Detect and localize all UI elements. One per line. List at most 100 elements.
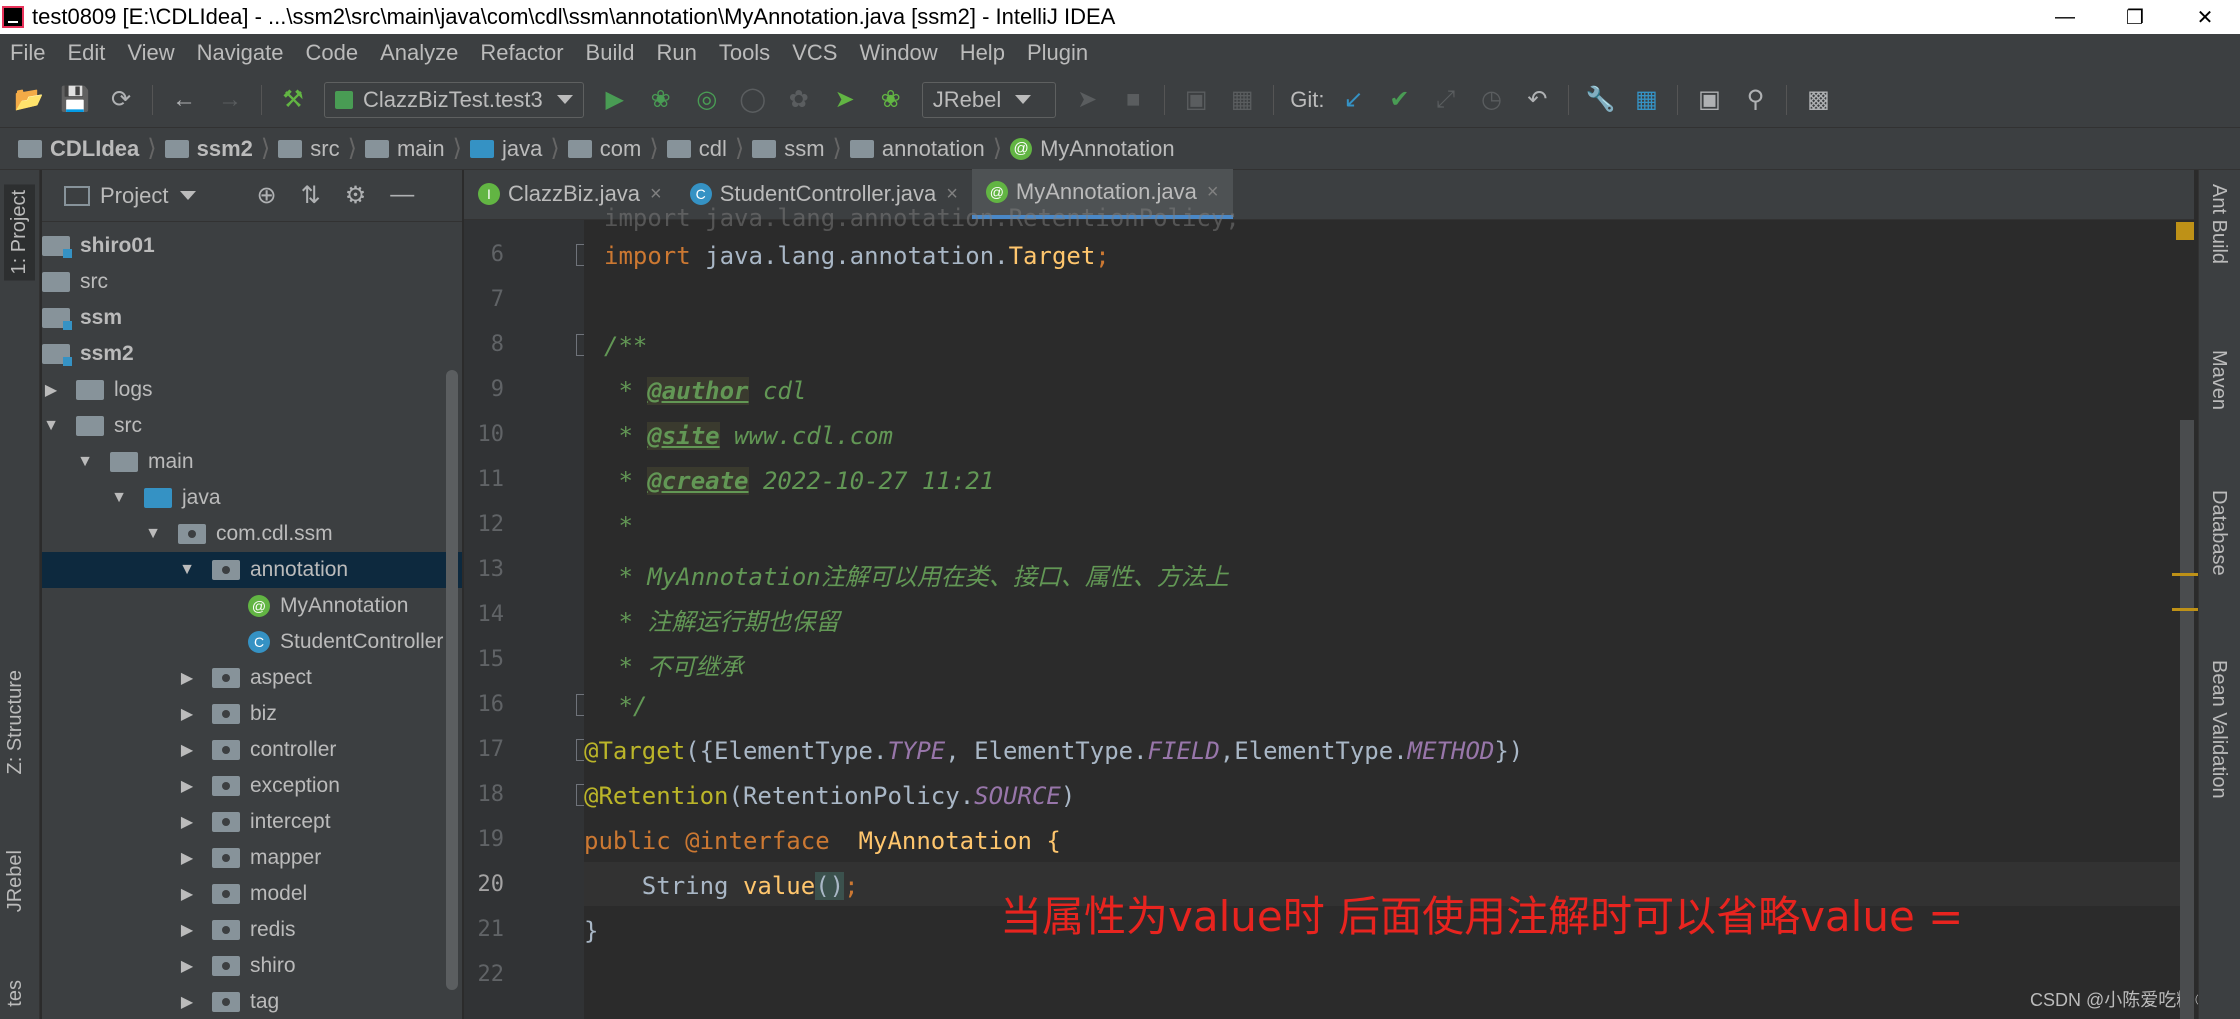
expand-arrow-icon[interactable]: ▶ [178, 704, 196, 724]
collapse-all-icon[interactable]: ⇅ [301, 181, 321, 210]
breadcrumb-item[interactable]: @ MyAnnotation [1010, 136, 1175, 162]
menu-build[interactable]: Build [586, 40, 635, 66]
expand-arrow-icon[interactable]: ▶ [178, 884, 196, 904]
tool-tab-structure[interactable]: Z: Structure [4, 670, 27, 774]
breadcrumb-item[interactable]: java [470, 136, 542, 162]
jrebel-update-icon[interactable]: ➤ [1072, 85, 1102, 115]
terminal-icon[interactable]: ▣ [1694, 85, 1724, 115]
tree-item-shiro01[interactable]: shiro01 [42, 228, 462, 264]
breadcrumb-item[interactable]: src [278, 136, 340, 162]
breadcrumb-item[interactable]: ssm [752, 136, 825, 162]
breadcrumb-item[interactable]: annotation [849, 136, 985, 162]
expand-arrow-icon[interactable]: ▶ [178, 956, 196, 976]
profile-icon[interactable]: ◯ [738, 85, 768, 115]
tool-tab-ant-build[interactable]: Ant Build [2207, 184, 2230, 264]
tree-item-ssm2[interactable]: ssm2 [42, 336, 462, 372]
run-configuration-select[interactable]: ClazzBizTest.test3 [324, 81, 584, 118]
expand-arrow-icon[interactable]: ▶ [42, 380, 60, 400]
tree-item-exception[interactable]: ▶ exception [42, 768, 462, 804]
menu-view[interactable]: View [127, 40, 174, 66]
collapse-arrow-icon[interactable]: ▼ [178, 561, 196, 579]
back-arrow-icon[interactable]: ← [169, 85, 199, 115]
jrebel-select[interactable]: JRebel [921, 81, 1057, 118]
collapse-arrow-icon[interactable]: ▼ [76, 453, 94, 471]
project-structure-icon[interactable]: ▦ [1631, 85, 1661, 115]
breadcrumb-item[interactable]: cdl [666, 136, 727, 162]
coverage-icon[interactable]: ◎ [692, 85, 722, 115]
expand-arrow-icon[interactable]: ▶ [178, 740, 196, 760]
expand-arrow-icon[interactable]: ▶ [178, 776, 196, 796]
tool-tab-favorites[interactable]: tes [4, 980, 27, 1007]
tree-item-main[interactable]: ▼ main [42, 444, 462, 480]
close-button[interactable]: ✕ [2170, 0, 2240, 34]
debug-icon[interactable]: ❀ [646, 85, 676, 115]
collapse-arrow-icon[interactable]: ▼ [110, 489, 128, 507]
tool-tab-project[interactable]: 1: Project [4, 184, 35, 281]
open-folder-icon[interactable]: 📂 [14, 85, 44, 115]
tool-tab-maven[interactable]: Maven [2207, 350, 2230, 410]
menu-help[interactable]: Help [960, 40, 1005, 66]
menu-code[interactable]: Code [306, 40, 359, 66]
tool-tab-bean-validation[interactable]: Bean Validation [2207, 660, 2230, 799]
menu-window[interactable]: Window [859, 40, 937, 66]
tree-item-annotation[interactable]: ▼ annotation [42, 552, 462, 588]
expand-arrow-icon[interactable]: ▶ [178, 668, 196, 688]
build-hammer-icon[interactable]: ⚒ [278, 85, 308, 115]
menu-plugin[interactable]: Plugin [1027, 40, 1088, 66]
tool-tab-jrebel[interactable]: JRebel [4, 850, 27, 912]
tree-item-model[interactable]: ▶ model [42, 876, 462, 912]
tree-item-logs[interactable]: ▶ logs [42, 372, 462, 408]
expand-arrow-icon[interactable]: ▶ [178, 920, 196, 940]
gear-icon[interactable]: ⚙ [345, 181, 367, 210]
presentation-mode-icon[interactable]: ▩ [1803, 85, 1833, 115]
tree-item-intercept[interactable]: ▶ intercept [42, 804, 462, 840]
settings-wrench-icon[interactable]: 🔧 [1585, 85, 1616, 115]
breadcrumb-item[interactable]: CDLIdea [18, 136, 139, 162]
editor-scrollbar[interactable] [2180, 420, 2194, 1019]
tree-item-shiro[interactable]: ▶ shiro [42, 948, 462, 984]
save-all-icon[interactable]: 💾 [60, 85, 90, 115]
chevron-down-icon[interactable] [180, 191, 197, 200]
database-sync-icon[interactable]: ▦ [1227, 85, 1257, 115]
tree-item-myannotation[interactable]: @ MyAnnotation [42, 588, 462, 624]
git-history-icon[interactable]: ◷ [1476, 85, 1506, 115]
jrebel-run-icon[interactable]: ➤ [830, 85, 860, 115]
menu-file[interactable]: File [10, 40, 45, 66]
collapse-arrow-icon[interactable]: ▼ [144, 525, 162, 543]
breadcrumb-item[interactable]: ssm2 [164, 136, 253, 162]
tree-item-aspect[interactable]: ▶ aspect [42, 660, 462, 696]
menu-edit[interactable]: Edit [67, 40, 105, 66]
tree-item-src[interactable]: src [42, 264, 462, 300]
tree-item-com-cdl-ssm[interactable]: ▼ com.cdl.ssm [42, 516, 462, 552]
expand-arrow-icon[interactable]: ▶ [178, 848, 196, 868]
error-stripe-marker[interactable] [2172, 573, 2198, 576]
project-view-select[interactable]: Project [100, 183, 168, 209]
stop-icon[interactable]: ■ [1118, 85, 1148, 115]
tree-item-redis[interactable]: ▶ redis [42, 912, 462, 948]
tree-item-controller[interactable]: ▶ controller [42, 732, 462, 768]
error-stripe-marker[interactable] [2172, 608, 2198, 611]
inspection-warning-icon[interactable] [2176, 222, 2194, 240]
minimize-button[interactable]: — [2030, 0, 2100, 34]
close-icon[interactable]: × [650, 183, 662, 206]
tree-item-biz[interactable]: ▶ biz [42, 696, 462, 732]
tree-item-src[interactable]: ▼ src [42, 408, 462, 444]
project-scrollbar[interactable] [446, 370, 458, 990]
close-icon[interactable]: × [1207, 181, 1219, 204]
menu-navigate[interactable]: Navigate [197, 40, 284, 66]
menu-refactor[interactable]: Refactor [480, 40, 563, 66]
locate-target-icon[interactable]: ⊕ [256, 181, 276, 210]
breadcrumb-item[interactable]: main [364, 136, 445, 162]
tree-item-studentcontroller[interactable]: C StudentController [42, 624, 462, 660]
git-compare-icon[interactable]: ⤢ [1430, 85, 1460, 115]
git-update-icon[interactable]: ↙ [1338, 85, 1368, 115]
jrebel-debug-icon[interactable]: ❀ [876, 85, 906, 115]
menu-vcs[interactable]: VCS [792, 40, 837, 66]
menu-tools[interactable]: Tools [719, 40, 770, 66]
breadcrumb-item[interactable]: com [567, 136, 641, 162]
menu-analyze[interactable]: Analyze [380, 40, 458, 66]
collapse-arrow-icon[interactable]: ▼ [42, 417, 60, 435]
hide-panel-icon[interactable]: — [390, 181, 414, 210]
tool-tab-database[interactable]: Database [2207, 490, 2230, 576]
menu-run[interactable]: Run [656, 40, 696, 66]
